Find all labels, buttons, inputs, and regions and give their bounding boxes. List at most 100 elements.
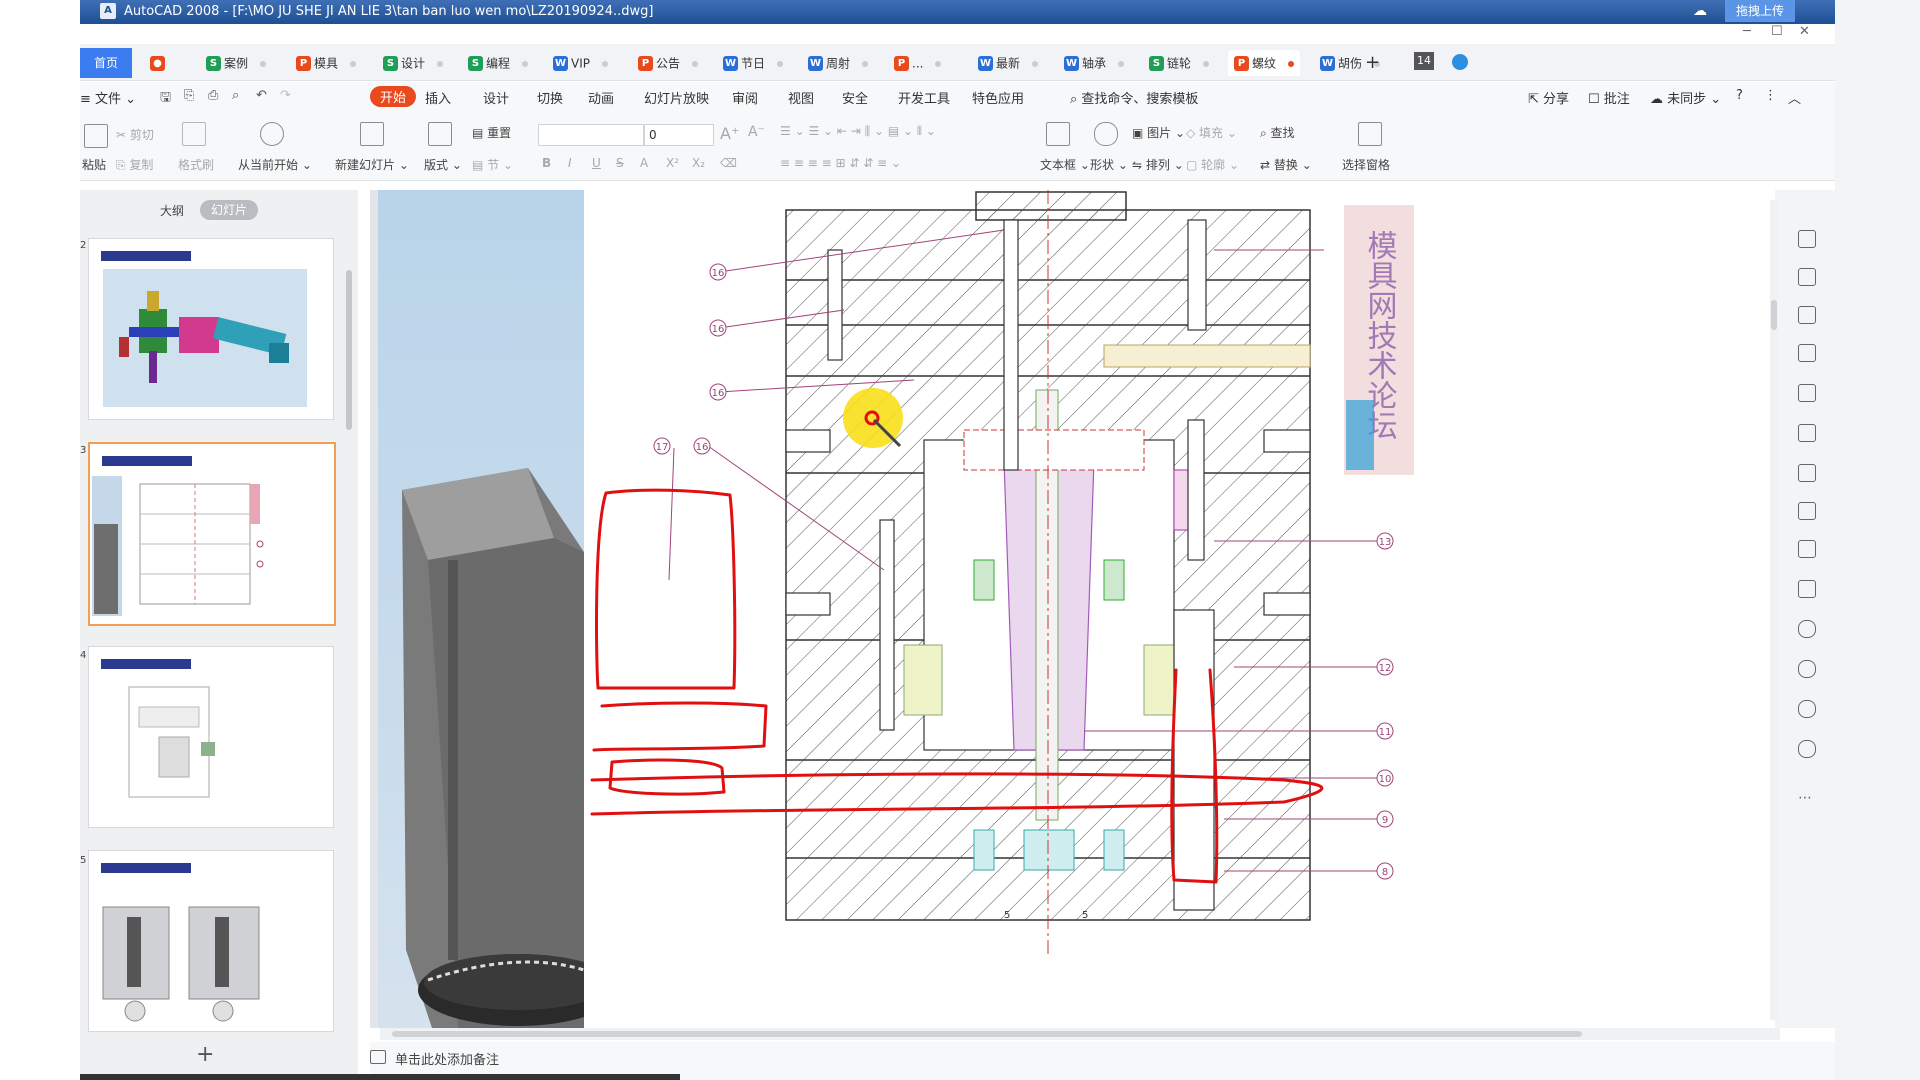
document-icon[interactable] bbox=[1798, 464, 1816, 482]
find-button[interactable]: ⌕ 查找 bbox=[1260, 124, 1295, 141]
tab-close-icon[interactable] bbox=[935, 60, 942, 67]
tab-document[interactable]: P... bbox=[888, 50, 947, 76]
paste-icon[interactable] bbox=[84, 124, 108, 148]
slide-thumbnail-5[interactable] bbox=[88, 850, 334, 1032]
bullet-list-icon[interactable]: ☰ ⌄ ☰ ⌄ ⇤ ⇥ ⫼ ⌄ ▤ ⌄ ⫴ ⌄ bbox=[780, 124, 936, 139]
notes-placeholder[interactable]: 单击此处添加备注 bbox=[395, 1049, 499, 1068]
tab-document[interactable]: S 设计 bbox=[377, 50, 449, 76]
menu-item[interactable]: 视图 bbox=[788, 88, 814, 107]
tab-close-icon[interactable] bbox=[350, 60, 357, 67]
minimize-icon[interactable]: ─ bbox=[1743, 24, 1751, 39]
star-icon[interactable] bbox=[1798, 230, 1816, 248]
font-color-icon[interactable]: A bbox=[640, 156, 648, 170]
section-button[interactable]: ▤ 节 ⌄ bbox=[472, 156, 513, 173]
horizontal-scrollbar[interactable] bbox=[380, 1028, 1780, 1040]
outline-view-tab[interactable]: 大纲 bbox=[160, 202, 184, 219]
more-icon[interactable]: ⋮ bbox=[1764, 88, 1777, 103]
scroll-thumb[interactable] bbox=[392, 1031, 1582, 1037]
more-horizontal-icon[interactable]: ⋯ bbox=[1798, 790, 1812, 806]
shape-button[interactable]: 形状 ⌄ bbox=[1090, 156, 1128, 173]
menu-file[interactable]: ≡ 文件 ⌄ bbox=[80, 88, 136, 107]
tab-close-icon[interactable] bbox=[1203, 60, 1210, 67]
select-pane-icon[interactable] bbox=[1358, 122, 1382, 146]
slides-view-tab[interactable]: 幻灯片 bbox=[200, 200, 258, 220]
format-painter-icon[interactable] bbox=[182, 122, 206, 146]
outline-button[interactable]: ▢ 轮廓 ⌄ bbox=[1186, 156, 1239, 173]
tab-document[interactable]: W 周射 bbox=[802, 50, 874, 76]
help-circle-icon[interactable] bbox=[1798, 740, 1816, 758]
tab-close-icon[interactable] bbox=[777, 60, 784, 67]
tab-close-icon[interactable] bbox=[522, 60, 529, 67]
new-slide-icon[interactable] bbox=[360, 122, 384, 146]
tab-document[interactable]: P 模具 bbox=[290, 50, 362, 76]
tab-close-icon[interactable] bbox=[1118, 60, 1125, 67]
tab-document[interactable]: W 节日 bbox=[717, 50, 789, 76]
paste-button[interactable]: 粘贴 bbox=[82, 156, 106, 173]
redo-icon[interactable]: ↷ bbox=[280, 88, 291, 103]
tab-close-icon[interactable] bbox=[1288, 60, 1295, 67]
layers-icon[interactable] bbox=[1798, 268, 1816, 286]
comment-button[interactable]: ☐ 批注 bbox=[1588, 88, 1630, 107]
shield-icon[interactable] bbox=[1798, 660, 1816, 678]
tab-close-icon[interactable] bbox=[437, 60, 444, 67]
bold-icon[interactable]: B bbox=[542, 156, 551, 170]
format-painter-button[interactable]: 格式刷 bbox=[178, 156, 214, 173]
export-icon[interactable]: ⎘ bbox=[184, 88, 194, 103]
menu-item[interactable]: 特色应用 bbox=[972, 88, 1024, 107]
picture-button[interactable]: ▣ 图片 ⌄ bbox=[1132, 124, 1185, 141]
tab-count-badge[interactable]: 14 bbox=[1414, 52, 1434, 70]
print-icon[interactable]: ⎙ bbox=[208, 88, 218, 103]
preview-icon[interactable]: ⌕ bbox=[232, 88, 239, 103]
vertical-scrollbar[interactable] bbox=[1770, 200, 1778, 1020]
box-icon[interactable] bbox=[1798, 540, 1816, 558]
slide-thumbnail-3[interactable] bbox=[88, 442, 336, 626]
play-from-current-button[interactable]: 从当前开始 ⌄ bbox=[238, 156, 312, 173]
new-slide-button[interactable]: 新建幻灯片 ⌄ bbox=[335, 156, 409, 173]
text-box-icon[interactable] bbox=[1046, 122, 1070, 146]
save-icon[interactable]: 🖫 bbox=[160, 88, 171, 110]
close-icon[interactable]: ✕ bbox=[1799, 24, 1810, 39]
tab-document[interactable]: S 链轮 bbox=[1143, 50, 1215, 76]
new-tab-button[interactable]: + bbox=[1365, 50, 1380, 76]
menu-item[interactable]: 幻灯片放映 bbox=[644, 88, 709, 107]
copy-button[interactable]: ⎘ 复制 bbox=[116, 156, 153, 173]
paint-icon[interactable] bbox=[1798, 344, 1816, 362]
replace-button[interactable]: ⇄ 替换 ⌄ bbox=[1260, 156, 1312, 173]
align-icons[interactable]: ≡ ≡ ≡ ≡ ⊞ ⇵ ⇵ ≡ ⌄ bbox=[780, 156, 901, 170]
clear-format-icon[interactable]: ⌫ bbox=[720, 156, 737, 170]
tab-document[interactable]: W VIP bbox=[547, 50, 614, 76]
slide-thumbnail-4[interactable] bbox=[88, 646, 334, 828]
add-slide-button[interactable]: + bbox=[196, 1042, 214, 1067]
tab-document[interactable]: W 最新 bbox=[972, 50, 1044, 76]
decrease-font-icon[interactable]: A⁻ bbox=[748, 124, 765, 140]
tab-close-icon[interactable] bbox=[692, 60, 699, 67]
menu-item[interactable]: 开发工具 bbox=[898, 88, 950, 107]
menu-item[interactable]: 开始 bbox=[370, 86, 417, 107]
history-icon[interactable] bbox=[1798, 700, 1816, 718]
subscript-icon[interactable]: X₂ bbox=[692, 156, 705, 170]
menu-item[interactable]: 审阅 bbox=[732, 88, 758, 107]
upload-button[interactable]: 拖拽上传 bbox=[1725, 0, 1795, 22]
menu-item[interactable]: 动画 bbox=[588, 88, 614, 107]
menu-item[interactable]: 安全 bbox=[842, 88, 868, 107]
increase-font-icon[interactable]: A⁺ bbox=[720, 124, 739, 143]
italic-icon[interactable]: I bbox=[568, 156, 572, 170]
speaker-icon[interactable] bbox=[1798, 620, 1816, 638]
scroll-thumb[interactable] bbox=[1771, 300, 1777, 330]
layout-icon[interactable] bbox=[428, 122, 452, 146]
text-box-button[interactable]: 文本框 ⌄ bbox=[1040, 156, 1090, 173]
menu-item[interactable]: 插入 bbox=[425, 88, 451, 107]
tab-document[interactable]: P 公告 bbox=[632, 50, 704, 76]
slide-thumbnail-2[interactable] bbox=[88, 238, 334, 420]
font-name-select[interactable] bbox=[538, 124, 644, 146]
thumbnail-scrollbar[interactable] bbox=[346, 270, 352, 430]
command-search[interactable]: ⌕ 查找命令、搜索模板 bbox=[1070, 88, 1198, 107]
shapes-icon[interactable] bbox=[1798, 306, 1816, 324]
tab-close-icon[interactable] bbox=[260, 60, 267, 67]
shape-icon[interactable] bbox=[1094, 122, 1118, 146]
superscript-icon[interactable]: X² bbox=[666, 156, 679, 170]
font-size-select[interactable]: 0 bbox=[644, 124, 714, 146]
underline-icon[interactable]: U bbox=[592, 156, 601, 170]
reset-button[interactable]: ▤ 重置 bbox=[472, 124, 511, 141]
select-pane-button[interactable]: 选择窗格 bbox=[1342, 156, 1390, 173]
